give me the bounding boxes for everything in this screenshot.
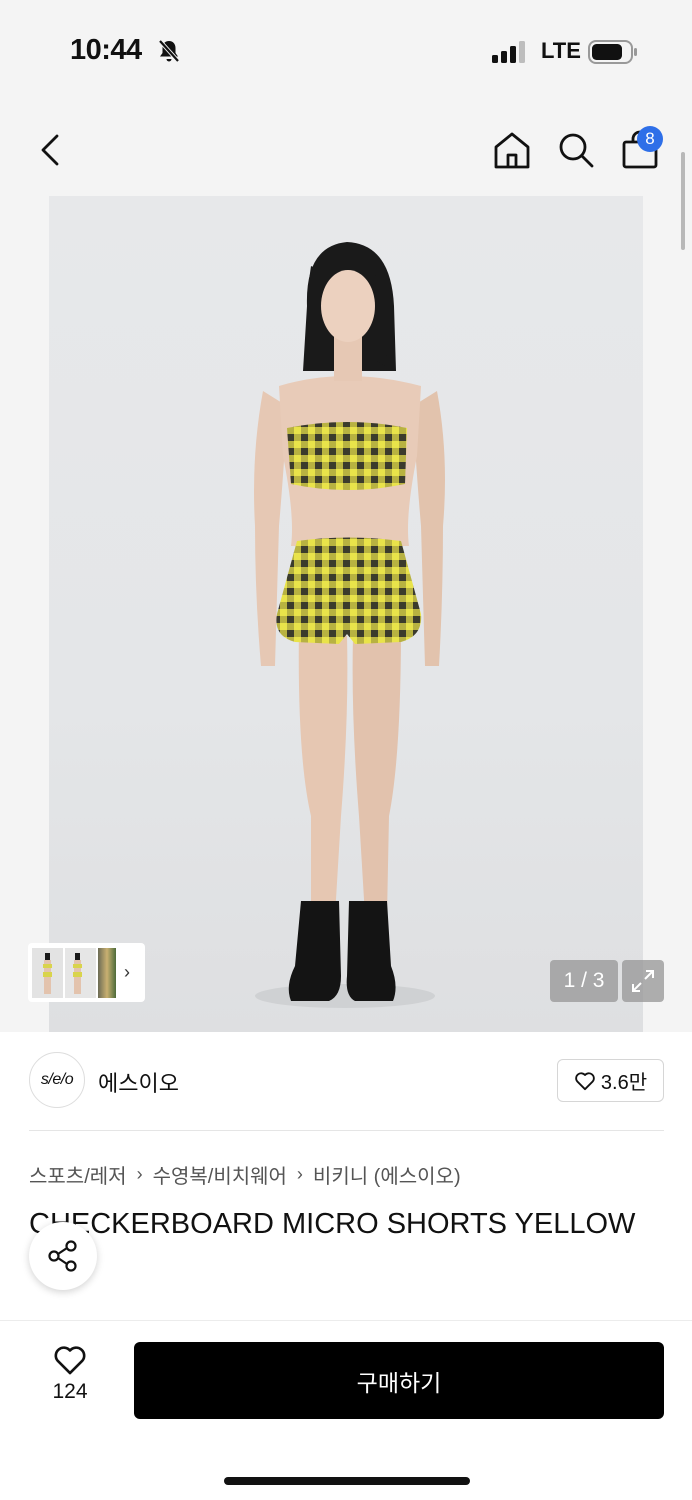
scrollbar[interactable] [681, 152, 685, 250]
product-image[interactable] [49, 196, 643, 1032]
thumbnail-2[interactable] [65, 947, 96, 998]
heart-icon [575, 1071, 595, 1090]
chevron-left-icon [41, 134, 59, 166]
brand-like-count: 3.6만 [600, 1072, 648, 1094]
breadcrumb-item-1[interactable]: 스포츠/레저 [29, 1160, 127, 1189]
brand-like-button[interactable]: 3.6만 [557, 1059, 664, 1102]
signal-icon [492, 41, 525, 63]
wishlist-count: 124 [52, 1380, 88, 1403]
chevron-right-icon: › [124, 962, 130, 982]
search-icon [559, 133, 594, 168]
share-button[interactable] [29, 1222, 97, 1290]
chevron-right-icon: › [296, 1164, 303, 1184]
model-photo [254, 242, 445, 1008]
product-title: CHECKERBOARD MICRO SHORTS YELLOW [29, 1208, 636, 1240]
expand-icon [632, 970, 654, 992]
home-indicator [224, 1477, 470, 1485]
divider [29, 1130, 664, 1131]
thumbnail-1[interactable] [32, 947, 63, 998]
network-label: LTE [541, 38, 581, 63]
chevron-right-icon: › [136, 1164, 143, 1184]
thumbnail-strip[interactable]: › [28, 943, 145, 1002]
breadcrumb-item-2[interactable]: 수영복/비치웨어 [153, 1160, 287, 1189]
brand-logo[interactable]: s/e/o [29, 1052, 85, 1108]
search-button[interactable] [554, 128, 598, 172]
breadcrumb-item-3[interactable]: 비키니 (에스이오) [313, 1160, 461, 1189]
bell-muted-icon [158, 39, 180, 63]
thumbnail-figure [65, 947, 96, 998]
status-bar: 10:44 LTE [0, 0, 692, 100]
expand-button[interactable] [622, 960, 664, 1002]
back-button[interactable] [30, 128, 70, 172]
breadcrumb: 스포츠/레저 › 수영복/비치웨어 › 비키니 (에스이오) [29, 1160, 461, 1189]
heart-icon [54, 1346, 86, 1375]
brand-name[interactable]: 에스이오 [98, 1066, 179, 1098]
share-icon [48, 1240, 77, 1272]
battery-icon [588, 40, 637, 64]
home-button[interactable] [490, 128, 534, 172]
wishlist-button[interactable]: 124 [44, 1344, 96, 1414]
home-icon [494, 132, 530, 169]
buy-button[interactable]: 구매하기 [134, 1342, 664, 1419]
image-page-indicator: 1 / 3 [550, 960, 618, 1002]
status-time: 10:44 [70, 34, 142, 66]
thumbnail-3[interactable] [98, 947, 116, 998]
cart-count-badge: 8 [637, 126, 663, 152]
thumbnail-figure [32, 947, 63, 998]
